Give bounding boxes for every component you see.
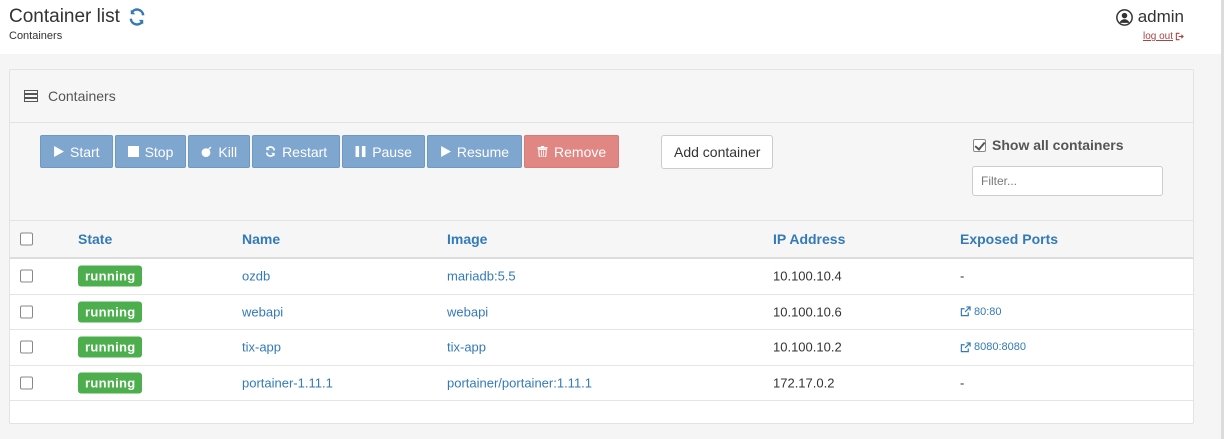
resume-button[interactable]: Resume bbox=[426, 135, 523, 168]
list-icon bbox=[24, 90, 38, 102]
refresh-icon[interactable] bbox=[128, 8, 146, 26]
container-image-link[interactable]: portainer/portainer:1.11.1 bbox=[447, 375, 592, 390]
row-checkbox[interactable] bbox=[20, 376, 33, 390]
logout-link[interactable]: log out bbox=[1143, 31, 1184, 42]
pause-label: Pause bbox=[372, 143, 412, 160]
username: admin bbox=[1137, 7, 1184, 26]
select-all-checkbox[interactable] bbox=[20, 232, 33, 246]
column-header-ports[interactable]: Exposed Ports bbox=[960, 231, 1058, 247]
show-all-toggle[interactable]: Show all containers bbox=[973, 137, 1123, 153]
refresh-icon bbox=[265, 146, 276, 157]
bomb-icon bbox=[201, 146, 212, 157]
start-label: Start bbox=[70, 143, 100, 160]
user-menu: admin bbox=[1115, 7, 1184, 27]
exposed-ports: - bbox=[960, 375, 965, 391]
container-name-link[interactable]: tix-app bbox=[242, 340, 281, 355]
resume-label: Resume bbox=[456, 143, 510, 160]
trash-icon bbox=[537, 146, 548, 157]
row-checkbox[interactable] bbox=[20, 269, 33, 283]
external-link-icon bbox=[960, 306, 971, 317]
column-header-name[interactable]: Name bbox=[242, 231, 280, 247]
table-row: running webapi webapi 10.100.10.6 80:80 bbox=[10, 294, 1193, 330]
remove-label: Remove bbox=[554, 143, 607, 160]
container-ip: 10.100.10.4 bbox=[773, 268, 842, 284]
containers-widget: Containers Start Stop Kill Restart Pause… bbox=[9, 69, 1194, 424]
add-container-button[interactable]: Add container bbox=[661, 135, 774, 169]
actions-toolbar: Start Stop Kill Restart Pause Resume Rem… bbox=[10, 123, 1193, 221]
filter-input[interactable] bbox=[972, 166, 1163, 196]
remove-button[interactable]: Remove bbox=[524, 135, 620, 168]
container-name-link[interactable]: portainer-1.11.1 bbox=[242, 375, 333, 390]
container-name-link[interactable]: webapi bbox=[242, 304, 283, 319]
container-image-link[interactable]: tix-app bbox=[447, 340, 486, 355]
exposed-port-link[interactable]: 8080:8080 bbox=[960, 341, 1026, 353]
status-badge: running bbox=[78, 372, 143, 394]
breadcrumb: Containers bbox=[9, 30, 63, 42]
logout-label: log out bbox=[1142, 31, 1173, 42]
port-label: 80:80 bbox=[974, 305, 1002, 318]
container-ip: 10.100.10.2 bbox=[773, 339, 842, 355]
stop-icon bbox=[127, 146, 139, 157]
show-all-label: Show all containers bbox=[992, 137, 1124, 153]
status-badge: running bbox=[78, 301, 143, 323]
exposed-port-link[interactable]: 80:80 bbox=[960, 306, 1002, 318]
port-label: 8080:8080 bbox=[974, 341, 1026, 354]
widget-title: Containers bbox=[48, 88, 116, 104]
play-icon bbox=[440, 146, 451, 157]
container-image-link[interactable]: mariadb:5.5 bbox=[447, 269, 516, 284]
containers-table: State Name Image IP Address Exposed Port… bbox=[10, 221, 1193, 401]
action-button-group: Start Stop Kill Restart Pause Resume Rem… bbox=[40, 135, 620, 168]
page-title: Container list bbox=[9, 6, 120, 27]
show-all-checkbox[interactable] bbox=[973, 138, 986, 152]
exposed-ports: - bbox=[960, 268, 965, 284]
restart-label: Restart bbox=[282, 143, 328, 160]
user-icon bbox=[1115, 8, 1133, 26]
row-checkbox[interactable] bbox=[20, 340, 33, 354]
restart-button[interactable]: Restart bbox=[252, 135, 341, 168]
container-ip: 172.17.0.2 bbox=[773, 375, 835, 391]
table-row: running tix-app tix-app 10.100.10.2 8080… bbox=[10, 330, 1193, 366]
pause-icon bbox=[355, 146, 366, 157]
widget-header: Containers bbox=[10, 70, 1193, 123]
status-badge: running bbox=[78, 265, 143, 287]
table-row: running ozdb mariadb:5.5 10.100.10.4 - bbox=[10, 259, 1193, 295]
container-image-link[interactable]: webapi bbox=[447, 304, 488, 319]
kill-button[interactable]: Kill bbox=[188, 135, 251, 168]
play-icon bbox=[54, 146, 64, 157]
sign-out-icon bbox=[1175, 32, 1184, 41]
stop-button[interactable]: Stop bbox=[114, 135, 187, 168]
column-header-ip[interactable]: IP Address bbox=[773, 231, 845, 247]
stop-label: Stop bbox=[144, 143, 174, 160]
kill-label: Kill bbox=[218, 143, 238, 160]
page-header: Container list Containers admin log out bbox=[0, 0, 1224, 54]
row-checkbox[interactable] bbox=[20, 305, 33, 319]
container-ip: 10.100.10.6 bbox=[773, 304, 842, 320]
container-name-link[interactable]: ozdb bbox=[242, 269, 270, 284]
column-header-image[interactable]: Image bbox=[447, 231, 487, 247]
table-header: State Name Image IP Address Exposed Port… bbox=[10, 221, 1193, 259]
external-link-icon bbox=[960, 342, 971, 352]
column-header-state[interactable]: State bbox=[78, 231, 112, 247]
page-title-row: Container list bbox=[9, 6, 146, 28]
table-row: running portainer-1.11.1 portainer/porta… bbox=[10, 365, 1193, 401]
status-badge: running bbox=[78, 336, 143, 358]
start-button[interactable]: Start bbox=[40, 135, 113, 168]
pause-button[interactable]: Pause bbox=[342, 135, 425, 168]
